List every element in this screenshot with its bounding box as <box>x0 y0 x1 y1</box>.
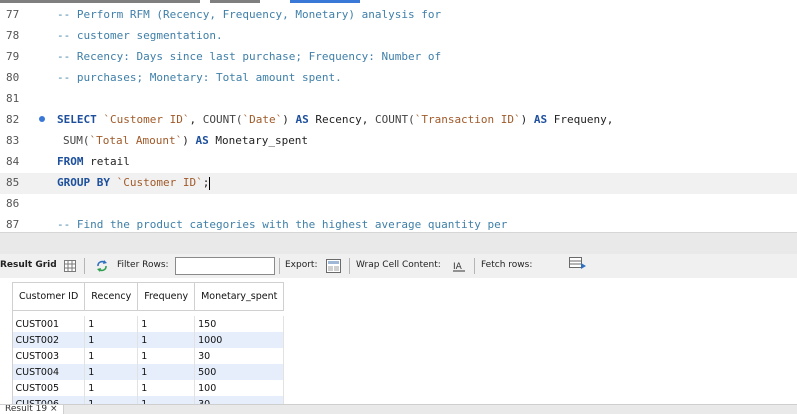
editor-line[interactable]: 78 -- customer segmentation. <box>0 26 797 47</box>
table-row[interactable]: CUST001 1 1 150 <box>12 316 285 332</box>
filter-rows-input[interactable] <box>175 257 275 275</box>
editor-top-strip <box>0 0 797 3</box>
line-number: 79 <box>6 50 20 63</box>
editor-line[interactable]: 87 -- Find the product categories with t… <box>0 215 797 232</box>
result-table: Customer ID Recency Frequeny Monetary_sp… <box>11 282 285 404</box>
table-cell[interactable]: 1 <box>84 364 139 380</box>
table-cell[interactable]: 1 <box>137 364 196 380</box>
code-comment: -- Recency: Days since last purchase; Fr… <box>57 50 442 63</box>
fetch-rows-label: Fetch rows: <box>481 260 533 270</box>
sql-editor[interactable]: 77 -- Perform RFM (Recency, Frequency, M… <box>0 0 797 232</box>
result-grid-tab[interactable]: Result Grid <box>0 260 57 270</box>
line-number: 86 <box>6 197 20 210</box>
table-cell[interactable]: 1 <box>84 332 139 348</box>
table-cell[interactable]: CUST001 <box>12 316 86 332</box>
export-label: Export: <box>285 260 318 270</box>
refresh-filter-icon[interactable] <box>95 259 109 276</box>
line-number: 82 <box>6 113 20 126</box>
code-comment: -- purchases; Monetary: Total amount spe… <box>57 71 342 84</box>
table-row[interactable]: CUST006 1 1 30 <box>12 396 285 404</box>
column-header-frequeny[interactable]: Frequeny <box>137 282 196 311</box>
table-cell[interactable]: 1 <box>84 396 139 404</box>
export-icon[interactable] <box>326 259 341 276</box>
line-number: 81 <box>6 92 20 105</box>
column-header-customer-id[interactable]: Customer ID <box>11 282 86 311</box>
code-statement: FROM retail <box>57 155 130 168</box>
code-statement: GROUP BY `Customer ID`; <box>57 176 211 190</box>
editor-line[interactable]: 82 SELECT `Customer ID`, COUNT(`Date`) A… <box>0 110 797 131</box>
table-row[interactable]: CUST002 1 1 1000 <box>12 332 285 348</box>
table-cell[interactable]: 30 <box>194 396 285 404</box>
table-cell[interactable]: CUST004 <box>12 364 86 380</box>
line-number: 84 <box>6 155 20 168</box>
table-row[interactable]: CUST003 1 1 30 <box>12 348 285 364</box>
toolbar-separator <box>279 258 280 274</box>
statement-marker-icon <box>39 116 45 122</box>
toolbar-separator <box>349 258 350 274</box>
text-caret <box>209 176 211 190</box>
table-cell[interactable]: 150 <box>194 316 285 332</box>
wrap-cell-content-label: Wrap Cell Content: <box>356 260 441 270</box>
line-number: 87 <box>6 218 20 231</box>
code-comment: -- Find the product categories with the … <box>57 218 508 231</box>
editor-horizontal-scrollbar[interactable] <box>0 232 797 254</box>
table-cell[interactable]: 1 <box>84 348 139 364</box>
result-grid[interactable]: Customer ID Recency Frequeny Monetary_sp… <box>0 278 797 404</box>
result-toolbar: Result Grid Filter Rows: Export: Wrap Ce… <box>0 254 797 279</box>
toolbar-separator <box>474 258 475 274</box>
table-cell[interactable]: CUST005 <box>12 380 86 396</box>
table-cell[interactable]: 1 <box>137 348 196 364</box>
table-cell[interactable]: CUST006 <box>12 396 86 404</box>
table-cell[interactable]: CUST003 <box>12 348 86 364</box>
line-number: 77 <box>6 8 20 21</box>
editor-line[interactable]: 83 SUM(`Total Amount`) AS Monetary_spent <box>0 131 797 152</box>
table-cell[interactable]: 1 <box>84 380 139 396</box>
editor-current-line[interactable]: 85 GROUP BY `Customer ID`; <box>0 173 797 194</box>
table-cell[interactable]: 1 <box>137 396 196 404</box>
toolbar-separator <box>84 258 85 274</box>
table-cell[interactable]: 30 <box>194 348 285 364</box>
table-cell[interactable]: 1 <box>137 332 196 348</box>
table-cell[interactable]: 1 <box>137 380 196 396</box>
line-number: 85 <box>6 176 20 189</box>
editor-line[interactable]: 79 -- Recency: Days since last purchase;… <box>0 47 797 68</box>
table-row[interactable]: CUST004 1 1 500 <box>12 364 285 380</box>
table-cell[interactable]: 1 <box>84 316 139 332</box>
column-header-monetary-spent[interactable]: Monetary_spent <box>194 282 285 311</box>
table-row[interactable]: CUST005 1 1 100 <box>12 380 285 396</box>
fetch-next-rows-icon[interactable] <box>569 257 587 274</box>
code-comment: -- Perform RFM (Recency, Frequency, Mone… <box>57 8 442 21</box>
editor-line[interactable]: 81 <box>0 89 797 110</box>
filter-rows-label: Filter Rows: <box>117 260 169 270</box>
editor-line[interactable]: 86 <box>0 194 797 215</box>
table-cell[interactable]: 1 <box>137 316 196 332</box>
grid-view-icon[interactable] <box>64 260 76 275</box>
column-header-recency[interactable]: Recency <box>84 282 139 311</box>
line-number: 80 <box>6 71 20 84</box>
editor-line[interactable]: 80 -- purchases; Monetary: Total amount … <box>0 68 797 89</box>
wrap-text-icon[interactable]: IA <box>452 259 466 276</box>
code-statement: SELECT `Customer ID`, COUNT(`Date`) AS R… <box>57 113 614 126</box>
table-cell[interactable]: 100 <box>194 380 285 396</box>
table-header-row: Customer ID Recency Frequeny Monetary_sp… <box>11 282 285 311</box>
line-number: 78 <box>6 29 20 42</box>
editor-line[interactable]: 77 -- Perform RFM (Recency, Frequency, M… <box>0 5 797 26</box>
table-cell[interactable]: CUST002 <box>12 332 86 348</box>
line-number: 83 <box>6 134 20 147</box>
table-cell[interactable]: 1000 <box>194 332 285 348</box>
code-comment: -- customer segmentation. <box>57 29 223 42</box>
editor-line[interactable]: 84 FROM retail <box>0 152 797 173</box>
code-statement: SUM(`Total Amount`) AS Monetary_spent <box>63 134 309 147</box>
table-cell[interactable]: 500 <box>194 364 285 380</box>
